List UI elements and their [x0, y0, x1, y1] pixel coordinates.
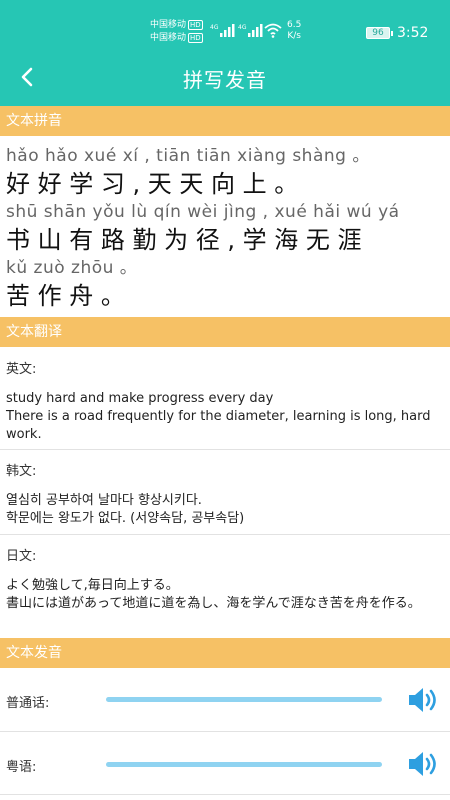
hanzi-line: 苦 作 舟 。 [6, 282, 125, 310]
pinyin-line: shū shān yǒu lù qín wèi jìng , xué hǎi w… [6, 202, 400, 222]
speaker-icon[interactable] [406, 685, 442, 715]
divider [0, 794, 450, 795]
audio-label-cantonese: 粤语: [6, 760, 37, 775]
speed-unit: K/s [287, 31, 301, 41]
section-header-pronunciation: 文本发音 [0, 638, 450, 668]
speed-value: 6.5 [287, 20, 302, 30]
audio-progress-bar[interactable] [106, 762, 382, 767]
audio-label-mandarin: 普通话: [6, 696, 50, 711]
hanzi-line: 书 山 有 路 勤 为 径 , 学 海 无 涯 [6, 226, 362, 254]
battery-icon: 96 [366, 27, 393, 39]
translation-text-japanese: よく勉強して,毎日向上する。 書山には道があって地道に道を為し、海を学んで涯なき… [6, 578, 421, 611]
svg-text:4G: 4G [238, 24, 247, 31]
translation-text-korean: 열심히 공부하여 날마다 향상시키다. 학문에는 왕도가 없다. (서양속담, … [6, 493, 245, 526]
section-header-pinyin: 文本拼音 [0, 106, 450, 136]
app-bar: 拼写发音 [0, 50, 450, 106]
pinyin-text-block: hǎo hǎo xué xí , tiān tiān xiàng shàng 。… [6, 143, 446, 311]
network-speed: 6.5 K/s [287, 20, 301, 42]
svg-text:4G: 4G [210, 24, 219, 31]
translation-text-english: study hard and make progress every day T… [6, 391, 431, 442]
status-bar: 中国移动 HD 中国移动 HD 4G 4G 6.5 K/s 96 3:52 [0, 0, 450, 50]
translation-label-korean: 韩文: [6, 464, 37, 479]
pinyin-line: kǔ zuò zhōu 。 [6, 258, 138, 278]
wifi-icon [264, 23, 282, 38]
signal-icon: 4G [210, 24, 235, 37]
speaker-icon[interactable] [406, 749, 442, 779]
divider [0, 534, 450, 535]
translation-label-english: 英文: [6, 362, 37, 377]
translation-label-japanese: 日文: [6, 549, 37, 564]
audio-progress-bar[interactable] [106, 697, 382, 702]
hd-badge: HD [188, 20, 203, 30]
divider [0, 731, 450, 732]
pinyin-line: hǎo hǎo xué xí , tiān tiān xiàng shàng 。 [6, 146, 370, 166]
carrier-info: 中国移动 HD 中国移动 HD [150, 19, 203, 45]
hd-badge: HD [188, 33, 203, 43]
section-header-translation: 文本翻译 [0, 317, 450, 347]
divider [0, 449, 450, 450]
page-title: 拼写发音 [183, 68, 267, 92]
signal-icon: 4G [238, 24, 263, 37]
carrier-name: 中国移动 [150, 20, 187, 30]
carrier-name: 中国移动 [150, 33, 187, 43]
clock: 3:52 [397, 25, 429, 41]
hanzi-line: 好 好 学 习 , 天 天 向 上 。 [6, 170, 299, 198]
